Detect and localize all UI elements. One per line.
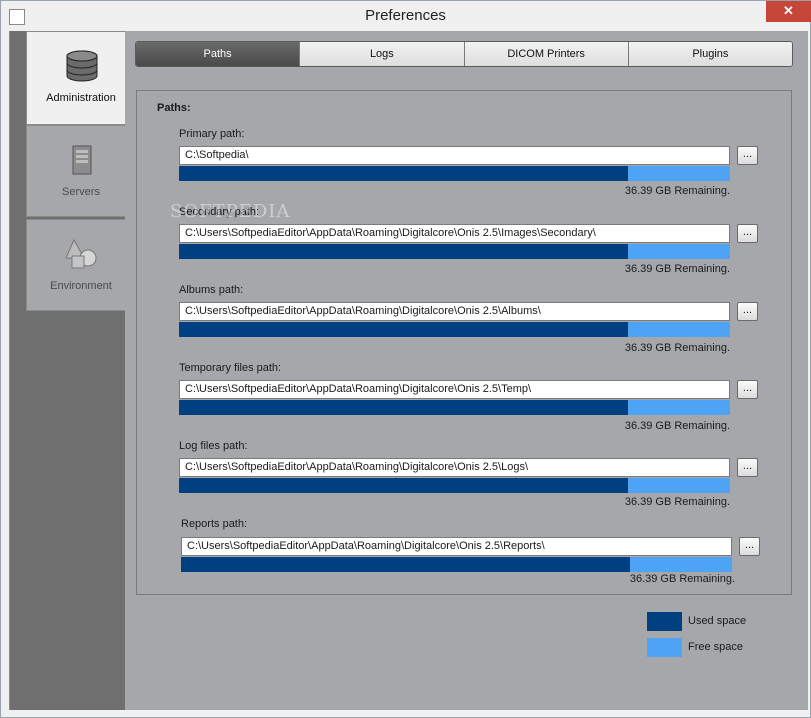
legend-used-label: Used space <box>688 615 747 627</box>
server-icon <box>72 145 92 175</box>
tab-bar: Paths Logs DICOM Printers Plugins <box>135 41 793 67</box>
temp-path-browse-button[interactable]: ... <box>737 380 758 399</box>
usage-used <box>179 400 629 415</box>
albums-path-label: Albums path: <box>179 284 244 296</box>
tab-plugins[interactable]: Plugins <box>628 42 792 66</box>
database-icon <box>66 50 98 82</box>
usage-used <box>179 322 629 337</box>
reports-path-usage-bar <box>181 557 732 572</box>
log-path-browse-button[interactable]: ... <box>737 458 758 477</box>
close-button[interactable]: ✕ <box>766 1 811 22</box>
primary-path-input[interactable]: C:\Softpedia\ <box>179 146 730 165</box>
albums-path-input[interactable]: C:\Users\SoftpediaEditor\AppData\Roaming… <box>179 302 730 321</box>
secondary-path-browse-button[interactable]: ... <box>737 224 758 243</box>
albums-path-remaining: 36.39 GB Remaining. <box>624 342 730 354</box>
tab-logs[interactable]: Logs <box>300 42 465 66</box>
reports-path-browse-button[interactable]: ... <box>739 537 760 556</box>
temp-path-remaining: 36.39 GB Remaining. <box>624 420 730 432</box>
temp-path-usage-bar <box>179 400 730 415</box>
sidebar-item-label: Administration <box>46 92 116 104</box>
primary-path-label: Primary path: <box>179 128 245 140</box>
reports-path-label: Reports path: <box>181 518 248 530</box>
primary-path-browse-button[interactable]: ... <box>737 146 758 165</box>
title-bar: Preferences ✕ <box>1 1 811 31</box>
log-path-remaining: 36.39 GB Remaining. <box>624 496 730 508</box>
paths-group: Paths: Primary path: C:\Softpedia\ ... 3… <box>136 90 792 595</box>
window-title: Preferences <box>365 7 446 24</box>
albums-path-usage-bar <box>179 322 730 337</box>
tab-dicom-printers[interactable]: DICOM Printers <box>464 42 629 66</box>
usage-used <box>179 244 629 259</box>
reports-path-input[interactable]: C:\Users\SoftpediaEditor\AppData\Roaming… <box>181 537 732 556</box>
primary-path-usage-bar <box>179 166 730 181</box>
tab-paths[interactable]: Paths <box>136 42 301 66</box>
log-path-usage-bar <box>179 478 730 493</box>
sidebar-item-label: Servers <box>62 186 100 198</box>
legend-free-swatch <box>647 638 682 657</box>
legend-used-swatch <box>647 612 682 631</box>
sidebar-item-environment[interactable]: Environment <box>26 219 135 311</box>
sidebar-item-administration[interactable]: Administration <box>26 31 135 125</box>
legend-free-label: Free space <box>688 641 744 653</box>
watermark: SOFTPEDIA <box>170 201 291 222</box>
main-panel: Paths Logs DICOM Printers Plugins Paths:… <box>125 31 808 710</box>
sidebar-item-label: Environment <box>50 280 112 292</box>
group-title: Paths: <box>157 102 191 114</box>
log-path-label: Log files path: <box>179 440 248 452</box>
usage-used <box>179 478 629 493</box>
usage-used <box>181 557 631 572</box>
secondary-path-input[interactable]: C:\Users\SoftpediaEditor\AppData\Roaming… <box>179 224 730 243</box>
secondary-path-remaining: 36.39 GB Remaining. <box>624 263 730 275</box>
temp-path-label: Temporary files path: <box>179 362 282 374</box>
sidebar-item-servers[interactable]: Servers <box>26 125 135 217</box>
albums-path-browse-button[interactable]: ... <box>737 302 758 321</box>
usage-used <box>179 166 629 181</box>
reports-path-remaining: 36.39 GB Remaining. <box>629 573 735 585</box>
primary-path-remaining: 36.39 GB Remaining. <box>624 185 730 197</box>
temp-path-input[interactable]: C:\Users\SoftpediaEditor\AppData\Roaming… <box>179 380 730 399</box>
sidebar: Administration Servers Environment <box>9 31 135 710</box>
secondary-path-usage-bar <box>179 244 730 259</box>
shapes-icon <box>65 238 97 269</box>
log-path-input[interactable]: C:\Users\SoftpediaEditor\AppData\Roaming… <box>179 458 730 477</box>
